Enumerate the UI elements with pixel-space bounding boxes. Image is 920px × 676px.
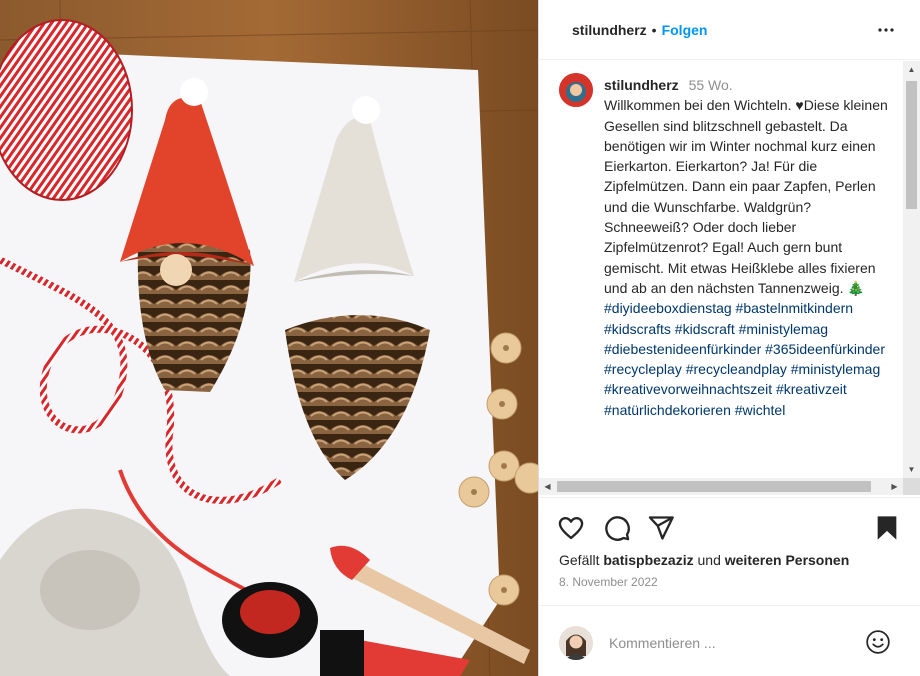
caption-time[interactable]: 55 Wo. [689,77,733,93]
more-horizontal-icon[interactable] [874,18,898,42]
header-separator: • [651,21,657,38]
follow-button[interactable]: Folgen [662,22,708,38]
post-details-panel: stilundherz • Folgen stilundherz 55 Wo. … [538,0,920,676]
caption-text-block: stilundherz 55 Wo. Willkommen bei den Wi… [604,75,899,420]
horizontal-scrollbar[interactable]: ◀ ▶ [539,478,903,495]
likes-prefix: Gefällt [559,552,600,568]
header-username[interactable]: stilundherz [572,22,647,38]
add-comment-bar [539,605,920,676]
caption-username[interactable]: stilundherz [604,77,679,93]
comment-icon[interactable] [603,514,631,542]
scroll-down-icon[interactable]: ▼ [903,461,920,478]
scroll-up-icon[interactable]: ▲ [903,61,920,78]
caption-body: Willkommen bei den Wichteln. ♥Diese klei… [604,97,888,296]
action-bar [539,497,920,557]
likes-others[interactable]: weiteren Personen [725,552,850,568]
likes-middle: und [697,552,721,568]
heart-icon[interactable] [557,514,585,542]
smiley-icon[interactable] [865,629,891,655]
likes-line: Gefällt batispbezaziz und weiteren Perso… [559,552,849,568]
share-icon[interactable] [647,514,675,542]
post-photo[interactable] [0,0,538,676]
scrollbar-corner [903,478,920,495]
vertical-scrollbar[interactable]: ▲ ▼ [903,61,920,478]
likes-user[interactable]: batispbezaziz [603,552,693,568]
horizontal-scroll-thumb[interactable] [557,481,871,492]
vertical-scroll-thumb[interactable] [906,81,917,209]
caption-hashtags[interactable]: #diyideeboxdienstag #bastelnmitkindern #… [604,300,885,417]
comment-input[interactable] [609,632,849,654]
scroll-right-icon[interactable]: ▶ [886,478,903,495]
post-image [0,0,538,676]
viewer-avatar [559,626,593,660]
post-date[interactable]: 8. November 2022 [559,575,658,589]
caption-avatar[interactable] [559,73,593,107]
comments-area[interactable]: stilundherz 55 Wo. Willkommen bei den Wi… [539,61,920,497]
bookmark-icon[interactable] [873,514,901,542]
post-header: stilundherz • Folgen [539,0,920,60]
scroll-left-icon[interactable]: ◀ [539,478,556,495]
